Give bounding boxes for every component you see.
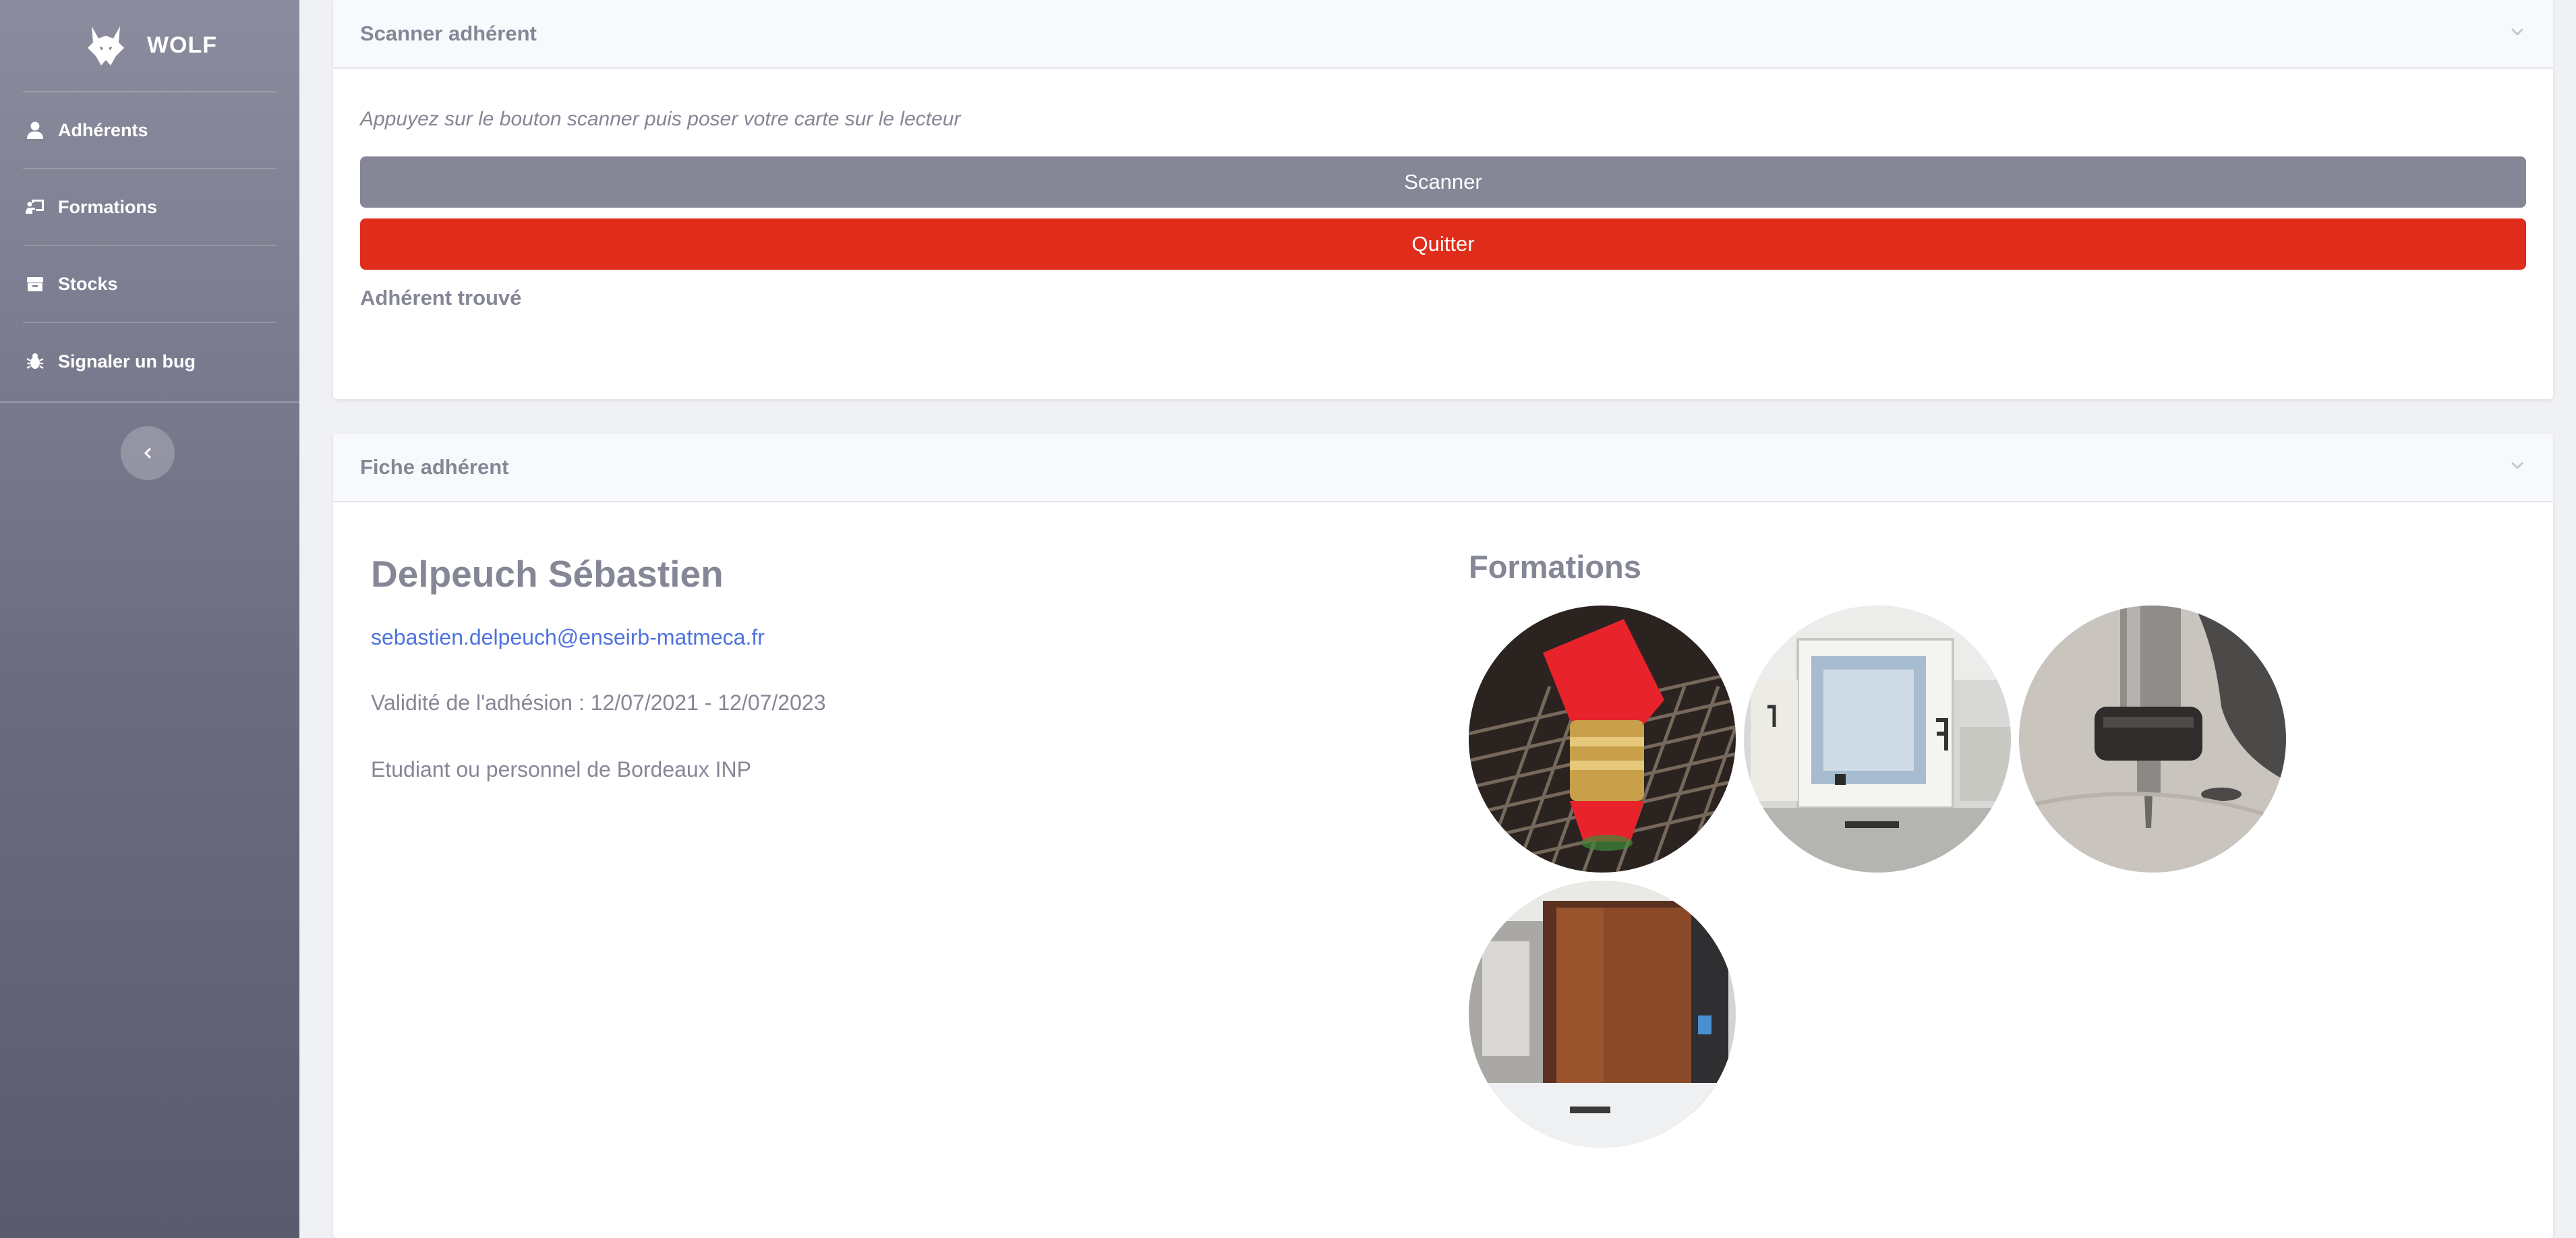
sidebar-item-label: Signaler un bug bbox=[58, 351, 196, 372]
scanner-card-header[interactable]: Scanner adhérent bbox=[333, 0, 2553, 69]
sidebar-item-label: Stocks bbox=[58, 273, 118, 294]
chevron-left-icon bbox=[144, 448, 151, 459]
scan-status: Adhérent trouvé bbox=[360, 286, 522, 310]
brand[interactable]: WOLF bbox=[23, 0, 276, 92]
formations-grid bbox=[1469, 606, 2286, 1148]
chevron-down-icon[interactable] bbox=[2509, 24, 2526, 45]
member-status: Etudiant ou personnel de Bordeaux INP bbox=[371, 757, 751, 782]
sidebar-item-formations[interactable]: Formations bbox=[23, 169, 276, 246]
sidebar-toggle-button[interactable] bbox=[121, 426, 175, 480]
member-card: Fiche adhérent Delpeuch Sébastien sebast… bbox=[333, 434, 2553, 1238]
chalkboard-teacher-icon bbox=[23, 195, 47, 219]
member-info: Delpeuch Sébastien sebastien.delpeuch@en… bbox=[371, 552, 825, 782]
scan-button[interactable]: Scanner bbox=[360, 156, 2526, 208]
resin-printer-photo[interactable] bbox=[1469, 881, 1736, 1148]
chevron-down-icon[interactable] bbox=[2509, 457, 2526, 478]
sidebar-item-stocks[interactable]: Stocks bbox=[23, 246, 276, 323]
boxes-icon bbox=[23, 272, 47, 296]
formations-section: Formations bbox=[1469, 548, 2286, 1148]
user-icon bbox=[23, 118, 47, 142]
member-name: Delpeuch Sébastien bbox=[371, 553, 724, 595]
sidebar-item-label: Formations bbox=[58, 196, 158, 217]
card-title: Fiche adhérent bbox=[360, 455, 509, 479]
sidebar: WOLF Adhérents Formations Stocks Signale… bbox=[0, 0, 299, 1238]
scanner-card: Scanner adhérent Appuyez sur le bouton s… bbox=[333, 0, 2553, 399]
laser-cutter-photo[interactable] bbox=[1469, 606, 1736, 873]
sidebar-item-adherents[interactable]: Adhérents bbox=[23, 92, 276, 169]
sidebar-item-bug[interactable]: Signaler un bug bbox=[23, 323, 276, 400]
membership-validity: Validité de l'adhésion : 12/07/2021 - 12… bbox=[371, 690, 826, 715]
card-title: Scanner adhérent bbox=[360, 22, 537, 45]
wolf-logo-icon bbox=[87, 26, 124, 65]
sidebar-divider bbox=[0, 401, 299, 403]
member-card-header[interactable]: Fiche adhérent bbox=[333, 434, 2553, 502]
3d-printer-photo[interactable] bbox=[1744, 606, 2011, 873]
cnc-mill-photo[interactable] bbox=[2019, 606, 2286, 873]
brand-name: WOLF bbox=[146, 32, 218, 58]
member-email-link[interactable]: sebastien.delpeuch@enseirb-matmeca.fr bbox=[371, 625, 825, 650]
formations-title: Formations bbox=[1469, 549, 1641, 585]
scan-hint: Appuyez sur le bouton scanner puis poser… bbox=[360, 108, 961, 130]
sidebar-item-label: Adhérents bbox=[58, 119, 148, 140]
quit-button[interactable]: Quitter bbox=[360, 218, 2526, 270]
bug-icon bbox=[23, 349, 47, 374]
main-content: Scanner adhérent Appuyez sur le bouton s… bbox=[299, 0, 2576, 1238]
